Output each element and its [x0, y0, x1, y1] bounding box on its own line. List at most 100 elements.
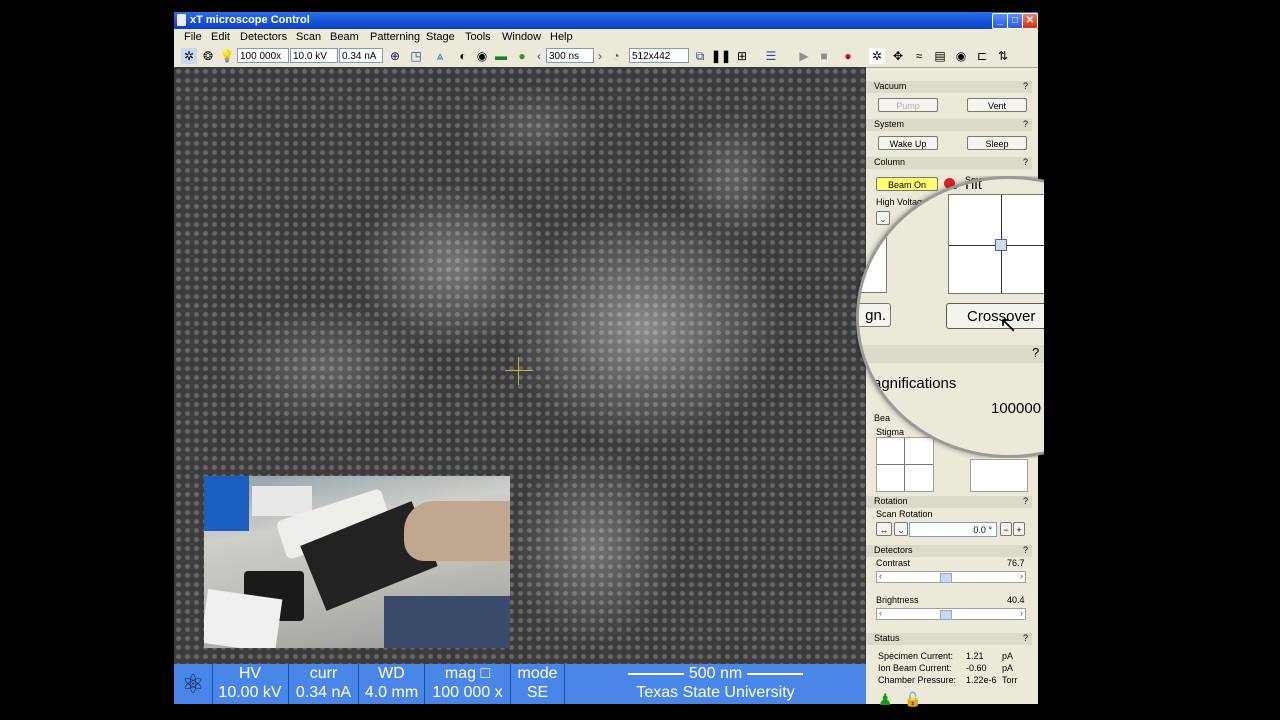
source-tilt-pad[interactable] [948, 194, 1044, 294]
papers-image [204, 589, 283, 648]
beam-icon[interactable]: ✲ [181, 48, 197, 64]
contrast-right-icon[interactable]: › [1020, 571, 1023, 581]
voltage-field[interactable]: 10.0 kV [290, 48, 338, 63]
status-value: 1.21 [966, 651, 984, 661]
dwell-time-field[interactable]: 300 ns [546, 48, 594, 63]
unlock-icon[interactable]: 🔓 [904, 691, 921, 708]
help-icon[interactable]: ? [1023, 81, 1028, 91]
tab-alignments-icon[interactable]: ⇅ [995, 48, 1011, 64]
brightness-slider[interactable]: ‹ › [876, 608, 1026, 620]
panel-tabs: ✲ ✥ ≈ ▤ ◉ ⊏ ⇅ [866, 45, 1038, 68]
scalebar-line [628, 672, 685, 675]
lens-align-icon[interactable]: ● [514, 48, 530, 64]
mag-label: mag [444, 665, 476, 682]
menu-beam[interactable]: Beam [330, 31, 359, 43]
stigmator-pad[interactable] [876, 437, 934, 492]
contrast-value: 76.7 [1007, 558, 1025, 568]
wd-cell: WD 4.0 mm [359, 664, 425, 704]
tab-display-icon[interactable]: ▤ [932, 48, 948, 64]
magnifier-overlay: Source Tilt gn. Crossover ↖ ? agnificati… [856, 176, 1044, 458]
contrast-left-icon[interactable]: ‹ [879, 571, 882, 581]
tab-eye-icon[interactable]: ◉ [953, 48, 969, 64]
dwell-down-icon[interactable]: ‹ [534, 48, 544, 64]
align-button[interactable]: gn. [859, 303, 891, 327]
tab-navigation-icon[interactable]: ✥ [890, 48, 906, 64]
pause-icon[interactable]: ❚❚ [711, 48, 731, 64]
rotation-dropdown[interactable]: ⌄ [894, 522, 908, 536]
tilt-pad-partial[interactable] [859, 229, 887, 293]
vent-button[interactable]: Vent [967, 98, 1027, 112]
menu-detectors[interactable]: Detectors [240, 31, 287, 43]
menu-help[interactable]: Help [550, 31, 573, 43]
tab-wave-icon[interactable]: ≈ [911, 48, 927, 64]
resolution-field[interactable]: 512x442 [629, 48, 689, 63]
status-unit: Torr [1002, 675, 1018, 685]
magnifications-label: agnifications [873, 375, 957, 392]
rotation-header: Rotation ? [866, 496, 1032, 508]
record-icon[interactable]: ● [840, 48, 856, 64]
maximize-button[interactable]: □ [1007, 13, 1023, 29]
stage-icon[interactable]: ⩓ [432, 48, 448, 64]
current-field[interactable]: 0.34 nA [339, 48, 383, 63]
video-icon[interactable]: ▬ [493, 48, 509, 64]
brightness-left-icon[interactable]: ‹ [879, 608, 882, 618]
menu-edit[interactable]: Edit [211, 31, 230, 43]
brightness-thumb[interactable] [940, 610, 953, 620]
rotation-reset-button[interactable]: ↔ [876, 522, 892, 536]
hv-cell: HV 10.00 kV [212, 664, 289, 704]
pump-button[interactable]: Pump [878, 98, 938, 112]
tilt-handle[interactable] [995, 239, 1007, 251]
status-header: Status ? [866, 633, 1032, 645]
high-voltage-dropdown[interactable]: ⌄ [876, 211, 890, 225]
wake-up-button[interactable]: Wake Up [878, 136, 938, 150]
crosshair-icon [505, 357, 533, 385]
close-button[interactable]: ✕ [1022, 13, 1038, 29]
status-row: Ion Beam Current: -0.60 pA [878, 663, 1034, 675]
curr-cell: curr 0.34 nA [289, 664, 359, 704]
minimize-button[interactable]: _ [992, 13, 1008, 29]
help-icon[interactable]: ? [1023, 545, 1028, 555]
sleep-button[interactable]: Sleep [967, 136, 1027, 150]
lens-align-pad[interactable] [970, 459, 1028, 492]
reduced-area-icon[interactable]: ◳ [408, 48, 424, 64]
contrast-slider[interactable]: ‹ › [876, 571, 1026, 583]
dwell-up-icon[interactable]: › [595, 48, 605, 64]
help-icon[interactable]: ? [1023, 496, 1028, 506]
globe-icon[interactable]: ⊕ [387, 48, 403, 64]
stop-icon[interactable]: ■ [816, 48, 832, 64]
lap-image [384, 596, 510, 648]
menu-window[interactable]: Window [502, 31, 541, 43]
timer-icon[interactable]: ◔ [608, 48, 624, 64]
menu-scan[interactable]: Scan [296, 31, 321, 43]
scan-rotation-field[interactable]: 0.0 ° [909, 522, 997, 537]
sensor-icon[interactable]: ❂ [200, 48, 216, 64]
grid-icon[interactable]: ⊞ [734, 48, 750, 64]
menu-stage[interactable]: Stage [426, 31, 455, 43]
menu-patterning[interactable]: Patterning [370, 31, 420, 43]
help-icon[interactable]: ? [1032, 345, 1039, 360]
menu-tools[interactable]: Tools [465, 31, 491, 43]
rotation-plus-button[interactable]: + [1013, 522, 1025, 536]
help-icon[interactable]: ? [1023, 157, 1028, 167]
contrast-icon[interactable]: ◐ [455, 48, 471, 64]
help-icon[interactable]: ? [1023, 119, 1028, 129]
rotation-minus-button[interactable]: − [1000, 522, 1012, 536]
snapshot-icon[interactable]: ⧉ [692, 48, 708, 64]
help-icon[interactable]: ? [1023, 633, 1028, 643]
user-icon[interactable]: ♟ [878, 690, 892, 710]
mode-label: mode [517, 665, 558, 682]
play-icon[interactable]: ▶ [796, 48, 812, 64]
menu-file[interactable]: File [184, 31, 202, 43]
system-header: System ? [866, 119, 1032, 131]
brightness-right-icon[interactable]: › [1020, 608, 1023, 618]
status-unit: pA [1002, 651, 1014, 661]
filter-icon[interactable]: ☰ [763, 48, 779, 64]
tab-beam-icon[interactable]: ✲ [869, 48, 885, 64]
status-value: -0.60 [966, 663, 987, 673]
magnification-field[interactable]: 100 000x [237, 48, 289, 63]
lamp-icon[interactable]: 💡 [219, 48, 235, 64]
title-bar: xT microscope Control _ □ ✕ [174, 12, 1038, 29]
tab-processing-icon[interactable]: ⊏ [974, 48, 990, 64]
contrast-thumb[interactable] [940, 573, 953, 583]
auto-contrast-icon[interactable]: ◉ [474, 48, 490, 64]
